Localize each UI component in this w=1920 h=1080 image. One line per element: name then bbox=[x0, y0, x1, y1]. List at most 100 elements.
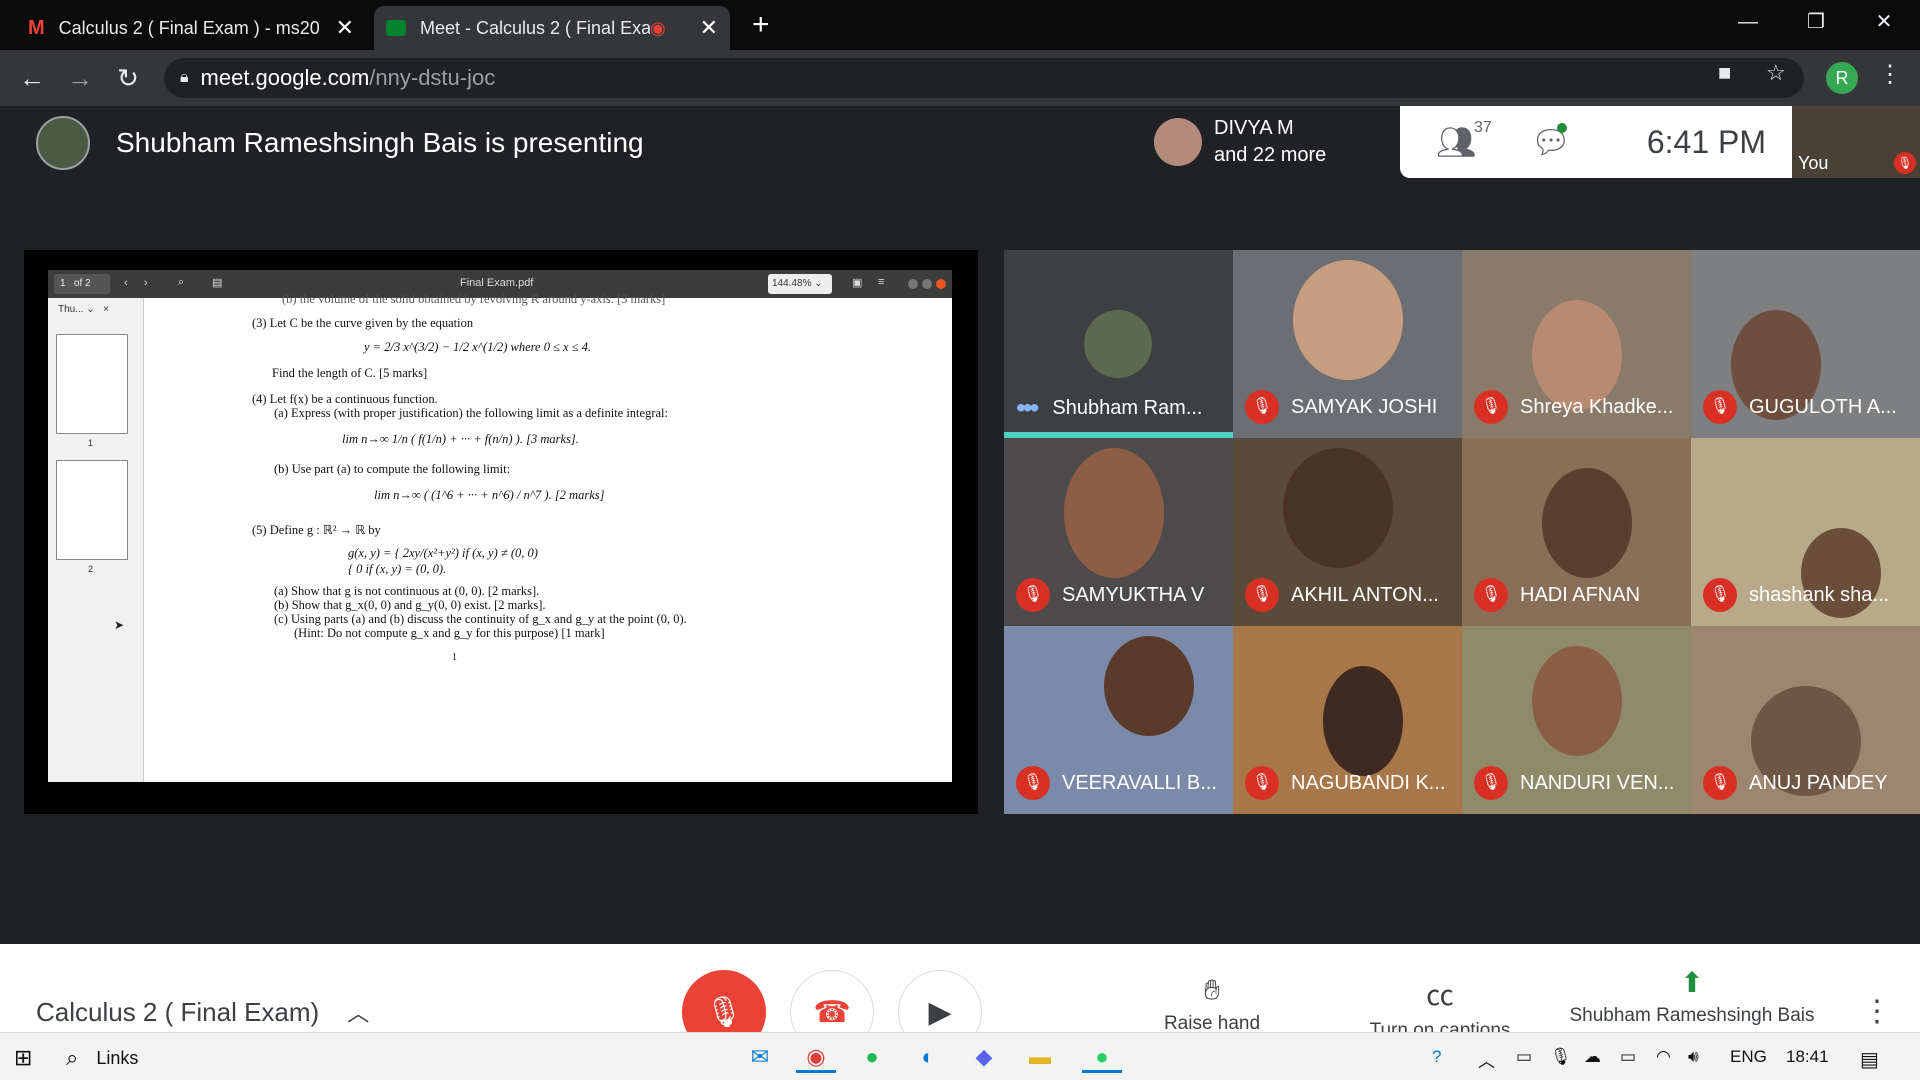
presenting-banner: Shubham Rameshsingh Bais is presenting bbox=[36, 116, 644, 170]
pdf-line: (b) the volume of the solid obtained by … bbox=[282, 292, 666, 306]
participant-tile[interactable]: 🎙︎ GUGULOTH A... bbox=[1691, 250, 1920, 438]
people-button[interactable]: 👥︎ 37 bbox=[1436, 119, 1492, 161]
chat-unread-dot bbox=[1556, 123, 1567, 133]
participant-tile[interactable]: 🎙︎ HADI AFNAN bbox=[1462, 438, 1691, 626]
thumbnail-page-2[interactable] bbox=[56, 460, 128, 560]
tab-meet[interactable]: Meet - Calculus 2 ( Final Exar ◉ ✕ bbox=[374, 6, 730, 50]
restore-icon[interactable]: ❐ bbox=[1786, 6, 1846, 38]
participant-tile[interactable]: 🎙︎ shashank sha... bbox=[1691, 438, 1920, 626]
pdf-line: lim n→∞ 1/n ( f(1/n) + ··· + f(n/n) ). [… bbox=[342, 432, 579, 446]
thumbnail-number: 1 bbox=[88, 438, 94, 448]
participant-tile[interactable]: 🎙︎ VEERAVALLI B... bbox=[1004, 626, 1233, 814]
new-tab-button[interactable]: + bbox=[752, 8, 770, 42]
annotate-icon[interactable]: ▤ bbox=[212, 276, 222, 289]
active-speakers[interactable]: DIVYA M and 22 more bbox=[1140, 106, 1402, 178]
presenter-button[interactable]: ⬆︎ Shubham Rameshsingh Bais bbox=[1562, 966, 1822, 1027]
page-field[interactable]: 1 of 2 bbox=[54, 274, 110, 294]
menu-icon[interactable]: ≡ bbox=[878, 276, 884, 288]
speaker-name: DIVYA M bbox=[1214, 117, 1294, 139]
bookmark-star-icon[interactable]: ☆ bbox=[1766, 60, 1786, 86]
chat-button[interactable]: 💬︎ bbox=[1531, 123, 1571, 161]
browser-toolbar: ← → ↻ 🔒︎ meet.google.com/nny-dstu-joc ■ … bbox=[0, 50, 1920, 106]
battery-icon[interactable]: ▭ bbox=[1620, 1047, 1636, 1067]
pdf-line: Find the length of C. [5 marks] bbox=[272, 366, 428, 380]
edge-app-icon[interactable]: ◐ bbox=[908, 1041, 948, 1073]
onedrive-icon[interactable]: ☁ bbox=[1584, 1047, 1601, 1067]
minimize-icon[interactable]: — bbox=[1718, 6, 1778, 38]
participant-tile[interactable]: ••• Shubham Ram... bbox=[1004, 250, 1233, 438]
lock-icon: 🔒︎ bbox=[180, 69, 189, 86]
participant-tile[interactable]: 🎙︎ AKHIL ANTON... bbox=[1233, 438, 1462, 626]
pdf-line: (b) Use part (a) to compute the followin… bbox=[274, 462, 511, 476]
whatsapp-app-icon[interactable]: ● bbox=[1082, 1041, 1122, 1073]
participant-tile[interactable]: 🎙︎ NANDURI VEN... bbox=[1462, 626, 1691, 814]
close-window-icon[interactable]: ✕ bbox=[1854, 6, 1914, 38]
participant-tile[interactable]: 🎙︎ SAMYUKTHA V bbox=[1004, 438, 1233, 626]
prev-page-icon[interactable]: ‹ bbox=[124, 277, 128, 289]
microphone-icon[interactable]: 🎙︎ bbox=[1550, 1047, 1572, 1067]
url-host: meet.google.com bbox=[200, 65, 370, 90]
raise-hand-label: Raise hand bbox=[1163, 1013, 1261, 1034]
taskbar-search-text: Links bbox=[96, 1047, 139, 1068]
pdf-line: (5) Define g : ℝ² → ℝ by bbox=[252, 523, 381, 537]
participant-tile[interactable]: 🎙︎ Shreya Khadke... bbox=[1462, 250, 1691, 438]
participant-tile[interactable]: 🎙︎ SAMYAK JOSHI bbox=[1233, 250, 1462, 438]
tab-title: Calculus 2 ( Final Exam ) - ms20b bbox=[58, 17, 319, 38]
thumbnails-select[interactable]: Thu... ⌄ × bbox=[48, 298, 143, 321]
forward-icon[interactable]: → bbox=[62, 60, 98, 96]
people-icon: 👥︎ bbox=[1436, 124, 1477, 160]
chevron-up-icon[interactable]: ︿ bbox=[1478, 1047, 1495, 1072]
clock: 6:41 PM bbox=[1646, 123, 1766, 160]
notifications-icon[interactable]: ▤ bbox=[1860, 1047, 1879, 1072]
taskbar-search[interactable]: ⌕ Links bbox=[66, 1045, 138, 1071]
address-bar[interactable]: 🔒︎ meet.google.com/nny-dstu-joc bbox=[164, 58, 1804, 98]
save-icon[interactable]: ▣ bbox=[852, 276, 862, 289]
reload-icon[interactable]: ↻ bbox=[110, 60, 146, 96]
next-page-icon[interactable]: › bbox=[144, 277, 148, 289]
hang-up-icon: ☎︎ bbox=[813, 995, 851, 1029]
taskbar-clock[interactable]: 18:41 bbox=[1786, 1047, 1829, 1067]
participant-tile[interactable]: 🎙︎ ANUJ PANDEY bbox=[1691, 626, 1920, 814]
meeting-details-button[interactable]: Calculus 2 ( Final Exam) ︿ bbox=[36, 996, 369, 1028]
chrome-app-icon[interactable]: ◉ bbox=[796, 1041, 836, 1073]
raise-hand-button[interactable]: ✋︎ Raise hand bbox=[1150, 974, 1274, 1035]
more-options-icon[interactable]: ••• bbox=[1016, 392, 1039, 424]
tab-gmail[interactable]: M Calculus 2 ( Final Exam ) - ms20b ✕ bbox=[16, 6, 366, 50]
chevron-up-icon: ︿ bbox=[347, 1001, 370, 1026]
language-indicator[interactable]: ENG bbox=[1730, 1047, 1767, 1067]
close-tab-icon[interactable]: ✕ bbox=[336, 15, 354, 41]
participant-tile[interactable]: 🎙︎ NAGUBANDI K... bbox=[1233, 626, 1462, 814]
participant-grid: ••• Shubham Ram... 🎙︎ SAMYAK JOSHI 🎙︎ Shrey… bbox=[1004, 250, 1920, 814]
profile-avatar[interactable]: R bbox=[1826, 62, 1858, 94]
search-icon[interactable]: ⌕ bbox=[178, 276, 184, 289]
participant-avatar bbox=[1084, 310, 1152, 378]
pdf-line: (4) Let f(x) be a continuous function. bbox=[252, 392, 438, 406]
meet-now-icon[interactable]: ▭ bbox=[1516, 1047, 1532, 1067]
meet-icon bbox=[386, 20, 406, 36]
participant-name: NANDURI VEN... bbox=[1520, 771, 1675, 794]
zoom-select[interactable]: 144.48% ⌄ bbox=[768, 274, 832, 294]
file-explorer-icon[interactable]: ▬ bbox=[1020, 1041, 1060, 1073]
more-options-icon[interactable]: ⋮ bbox=[1862, 994, 1892, 1029]
url-path: /nny-dstu-joc bbox=[369, 65, 496, 90]
mail-app-icon[interactable]: ✉ bbox=[740, 1041, 780, 1073]
minimize-dot[interactable] bbox=[908, 279, 918, 289]
pdf-line: (3) Let C be the curve given by the equa… bbox=[252, 316, 474, 330]
spotify-app-icon[interactable]: ● bbox=[852, 1041, 892, 1073]
kebab-menu-icon[interactable]: ⋮ bbox=[1878, 60, 1902, 89]
discord-app-icon[interactable]: ◆ bbox=[964, 1041, 1004, 1073]
volume-icon[interactable]: 🔊︎ bbox=[1688, 1047, 1699, 1067]
participant-name: Shreya Khadke... bbox=[1520, 395, 1674, 418]
thumbnail-page-1[interactable] bbox=[56, 334, 128, 434]
video-feed bbox=[1323, 666, 1403, 776]
camera-icon[interactable]: ■ bbox=[1718, 60, 1731, 86]
video-feed bbox=[1542, 468, 1632, 578]
muted-mic-icon: 🎙︎ bbox=[1245, 390, 1279, 424]
close-dot[interactable] bbox=[936, 279, 946, 289]
back-icon[interactable]: ← bbox=[14, 60, 50, 96]
wifi-icon[interactable]: ◠ bbox=[1656, 1047, 1671, 1067]
help-icon[interactable]: ? bbox=[1432, 1047, 1441, 1067]
maximize-dot[interactable] bbox=[922, 279, 932, 289]
windows-start-icon[interactable]: ⊞ bbox=[14, 1045, 32, 1071]
close-tab-icon[interactable]: ✕ bbox=[700, 15, 718, 41]
